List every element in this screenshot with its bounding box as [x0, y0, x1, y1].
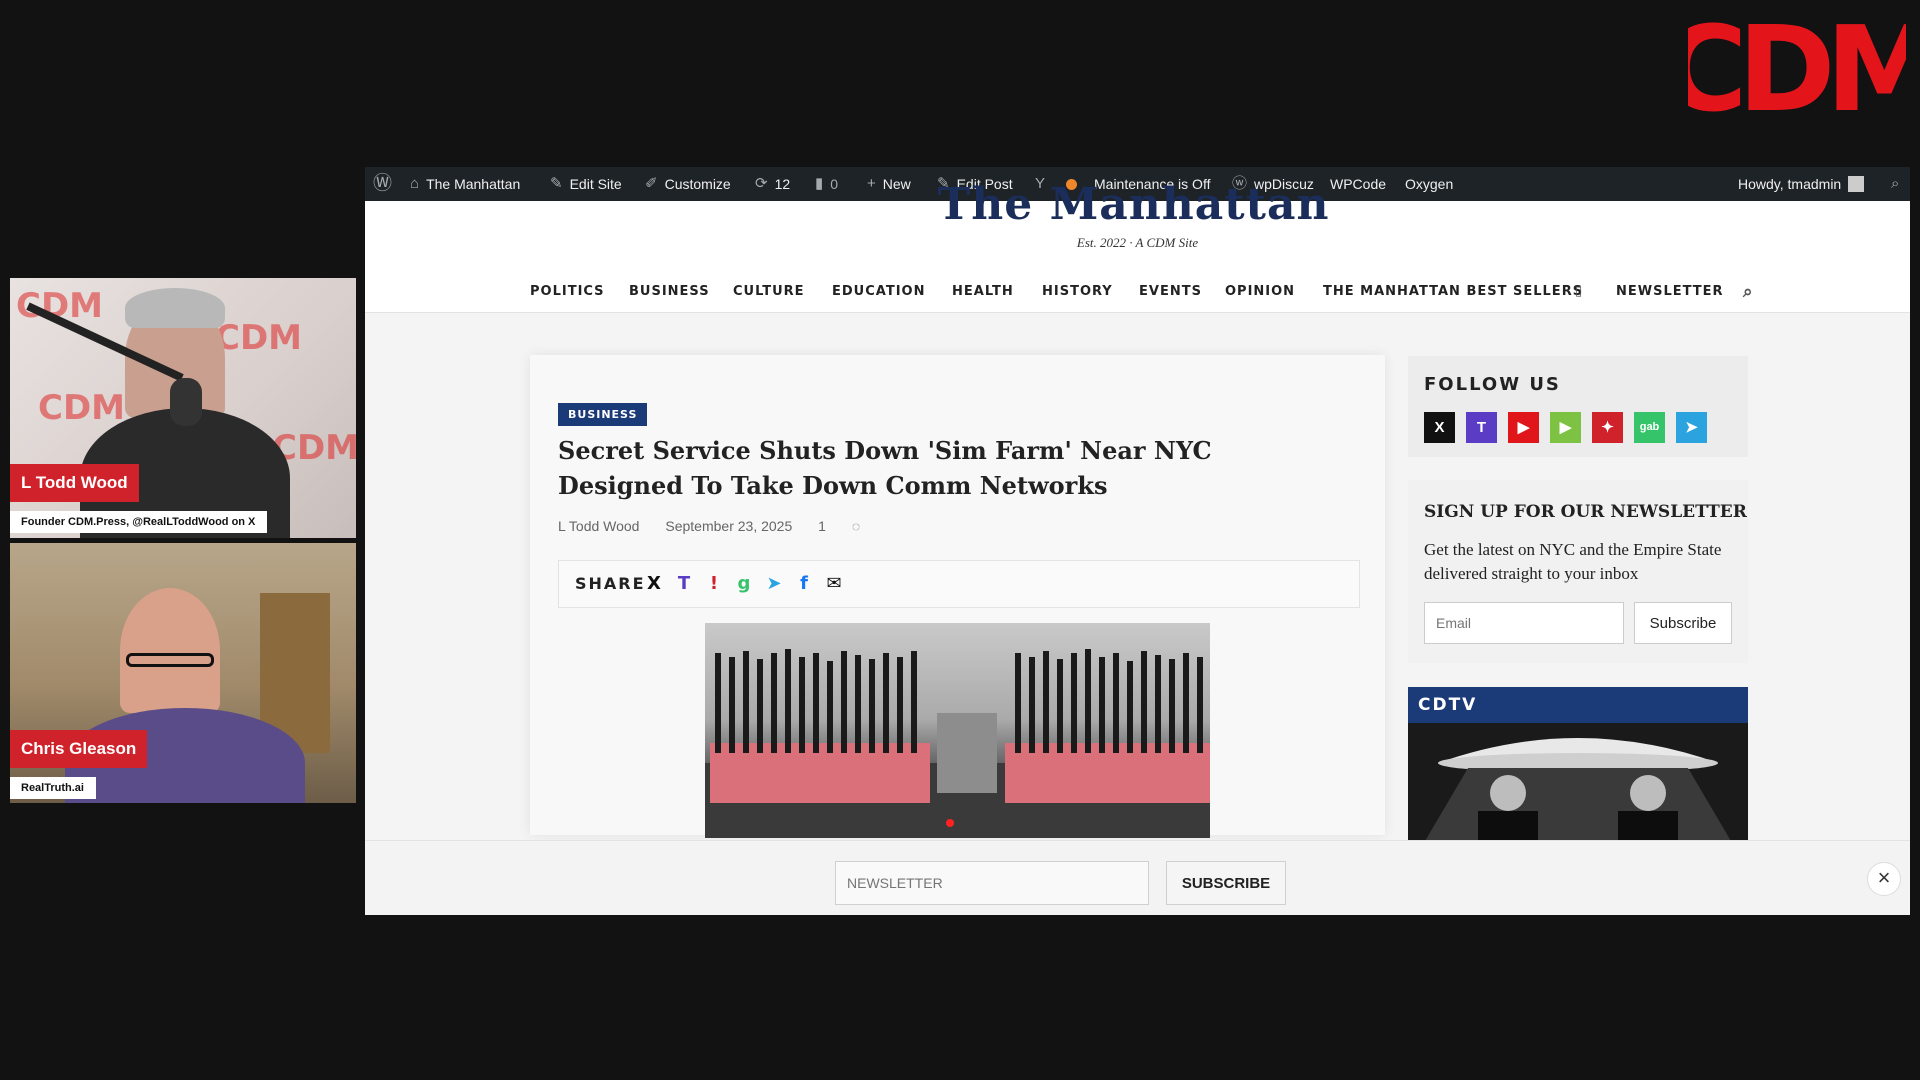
- social-x-icon[interactable]: X: [1424, 412, 1455, 443]
- comment-bubble-icon: ◌: [851, 518, 861, 534]
- microphone: [170, 378, 202, 426]
- book-icon: ▯: [1575, 284, 1584, 299]
- social-rumble-icon[interactable]: ▶: [1550, 412, 1581, 443]
- watermark-text: CDM: [38, 388, 126, 428]
- nav-business[interactable]: BUSINESS: [629, 272, 710, 312]
- newsletter-subscribe-button[interactable]: SUBSCRIBE: [1166, 861, 1286, 905]
- share-gab-icon[interactable]: g: [733, 573, 755, 595]
- article-byline: L Todd Wood September 23, 2025 1 ◌: [558, 518, 904, 534]
- site-tagline: Est. 2022 · A CDM Site: [1076, 235, 1199, 250]
- cdtv-thumbnail[interactable]: [1408, 723, 1748, 852]
- category-badge[interactable]: BUSINESS: [558, 403, 648, 426]
- nav-history[interactable]: HISTORY: [1042, 272, 1113, 312]
- sim-farm-illustration: [705, 649, 1210, 838]
- follow-us-title: FOLLOW US: [1424, 374, 1561, 395]
- watermark-text: CDM: [215, 318, 303, 358]
- name-tag: L Todd Wood: [10, 464, 139, 502]
- nav-health[interactable]: HEALTH: [952, 272, 1014, 312]
- share-email-icon[interactable]: ✉: [823, 573, 845, 595]
- newsletter-email-input[interactable]: [835, 861, 1149, 905]
- featured-image-sim-farm: [705, 623, 1210, 838]
- social-youtube-icon[interactable]: ▶: [1508, 412, 1539, 443]
- social-gab-icon[interactable]: gab: [1634, 412, 1665, 443]
- share-telegram-icon[interactable]: ➤: [763, 573, 785, 595]
- author-link[interactable]: L Todd Wood: [558, 518, 639, 534]
- newsletter-description: Get the latest on NYC and the Empire Sta…: [1424, 540, 1722, 583]
- video-tile-chris-gleason: Chris Gleason RealTruth.ai: [10, 543, 356, 803]
- nav-best-sellers[interactable]: THE MANHATTAN BEST SELLERS: [1323, 272, 1583, 312]
- person-head: [120, 588, 220, 713]
- cdtv-title: CDTV: [1408, 687, 1748, 723]
- subscribe-button[interactable]: Subscribe: [1634, 602, 1732, 644]
- browser-viewport: Ⓦ ⌂ The Manhattan ✎ Edit Site ✐ Customize ⟳…: [365, 167, 1910, 915]
- person-hair: [125, 288, 225, 328]
- share-truth-icon[interactable]: T: [673, 573, 695, 595]
- site-header: The Manhattan Est. 2022 · A CDM Site: [365, 179, 1910, 273]
- name-tag: Chris Gleason: [10, 730, 148, 768]
- glasses: [126, 653, 214, 667]
- newsletter-signup-widget: SIGN UP FOR OUR NEWSLETTER Get the lates…: [1408, 480, 1748, 663]
- share-x-icon[interactable]: X: [643, 573, 665, 595]
- nav-search-icon[interactable]: ⌕: [1743, 272, 1754, 312]
- subtitle-tag: RealTruth.ai: [10, 777, 96, 799]
- article-title: Secret Service Shuts Down 'Sim Farm' Nea…: [558, 436, 1212, 500]
- share-label: SHARE: [575, 574, 646, 593]
- cdm-logo: CDM: [1688, 14, 1906, 122]
- social-gettr-icon[interactable]: ✦: [1592, 412, 1623, 443]
- subtitle-tag: Founder CDM.Press, @RealLToddWood on X: [10, 511, 268, 533]
- nav-culture[interactable]: CULTURE: [733, 272, 805, 312]
- sticky-newsletter-bar: SUBSCRIBE ×: [365, 840, 1910, 915]
- share-bar: SHARE X T ! g ➤ f ✉: [558, 560, 1360, 608]
- nav-education[interactable]: EDUCATION: [832, 272, 925, 312]
- main-navigation: POLITICS BUSINESS CULTURE EDUCATION HEAL…: [365, 272, 1910, 313]
- social-telegram-icon[interactable]: ➤: [1676, 412, 1707, 443]
- comment-count-link[interactable]: 1 ◌: [818, 518, 882, 534]
- follow-us-widget: FOLLOW US X T ▶ ▶ ✦ gab ➤: [1408, 356, 1748, 457]
- post-date: September 23, 2025: [665, 518, 793, 534]
- share-facebook-icon[interactable]: f: [793, 573, 815, 595]
- site-masthead[interactable]: The Manhattan: [365, 179, 1906, 230]
- nav-politics[interactable]: POLITICS: [530, 272, 605, 312]
- nav-events[interactable]: EVENTS: [1139, 272, 1202, 312]
- newsletter-title: SIGN UP FOR OUR NEWSLETTER: [1424, 502, 1747, 522]
- cdtv-widget: CDTV: [1408, 687, 1748, 852]
- svg-text:CDM: CDM: [1688, 14, 1906, 122]
- social-truth-icon[interactable]: T: [1466, 412, 1497, 443]
- share-gettr-icon[interactable]: !: [703, 573, 725, 595]
- nav-newsletter[interactable]: NEWSLETTER: [1616, 272, 1724, 312]
- article-card: BUSINESS Secret Service Shuts Down 'Sim …: [530, 355, 1385, 838]
- nav-opinion[interactable]: OPINION: [1225, 272, 1295, 312]
- close-icon[interactable]: ×: [1867, 862, 1901, 896]
- video-tile-l-todd-wood: CDM CDM CDM CDM L Todd Wood Founder CDM.…: [10, 278, 356, 538]
- email-field[interactable]: [1424, 602, 1624, 644]
